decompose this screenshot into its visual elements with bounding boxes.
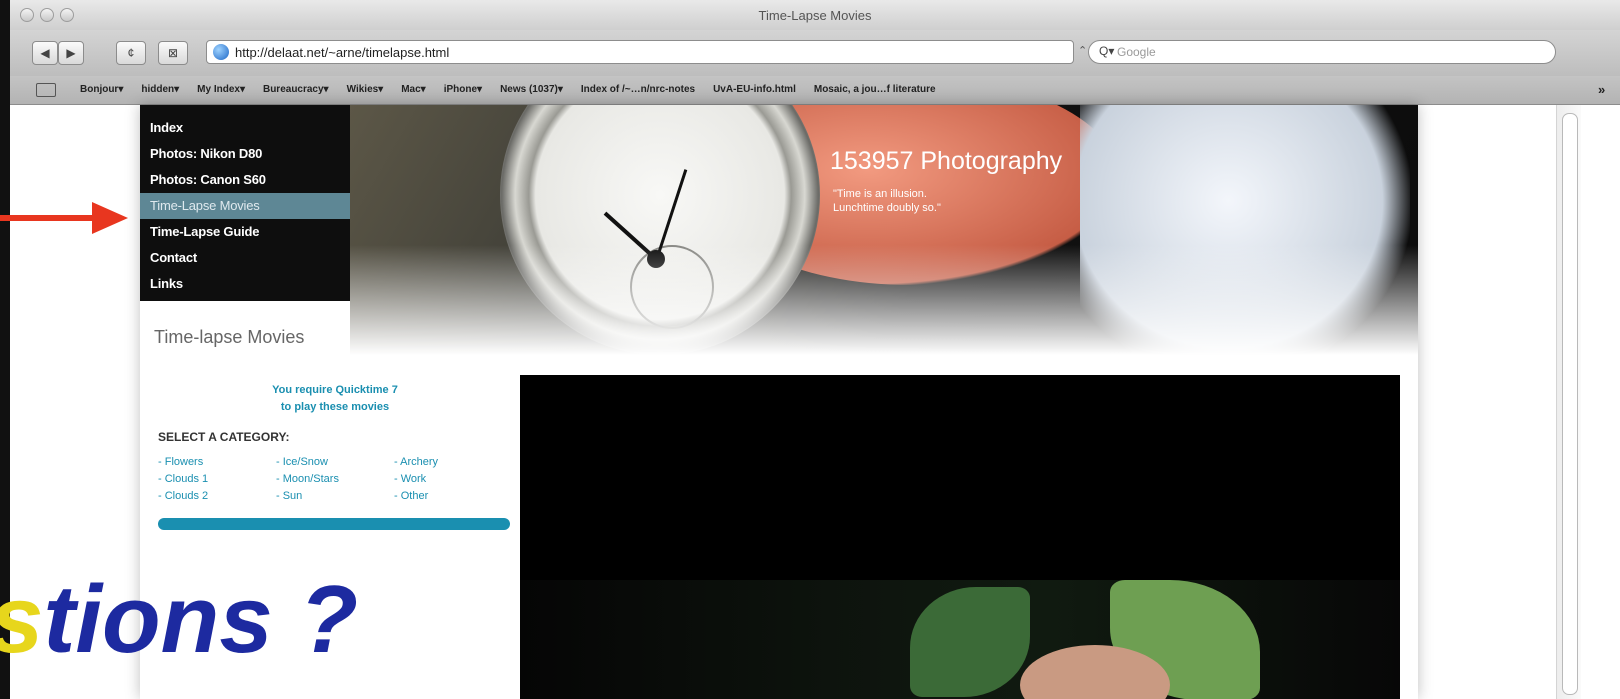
snapback-button[interactable]: ⊠: [158, 41, 188, 65]
category-link-other[interactable]: - Other: [394, 489, 488, 504]
nav-item-nikon[interactable]: Photos: Nikon D80: [150, 141, 262, 167]
site-navigation: Index Photos: Nikon D80 Photos: Canon S6…: [140, 105, 350, 301]
category-link-sun[interactable]: - Sun: [276, 489, 394, 504]
bookmarks-bar: Bonjour▾ hidden▾ My Index▾ Bureaucracy▾ …: [10, 76, 1620, 105]
back-button[interactable]: ◀: [32, 41, 58, 65]
bookmark-item[interactable]: iPhone▾: [444, 84, 482, 95]
movie-player[interactable]: [520, 375, 1400, 699]
address-history-icon[interactable]: ⌃: [1078, 44, 1087, 57]
nav-item-contact[interactable]: Contact: [150, 245, 197, 271]
bookmark-item[interactable]: Mac▾: [401, 84, 425, 95]
page-title: Time-lapse Movies: [154, 327, 305, 347]
overlay-text-yellow: s: [0, 566, 43, 673]
forward-icon: ▶: [66, 46, 76, 60]
reload-icon: ¢: [127, 46, 135, 60]
arrow-head: [92, 202, 128, 234]
category-link-clouds-2[interactable]: - Clouds 2: [158, 489, 276, 504]
nav-item-links[interactable]: Links: [150, 271, 183, 297]
nav-item-timelapse-guide[interactable]: Time-Lapse Guide: [150, 219, 259, 245]
bookmark-item[interactable]: Index of /~…n/nrc-notes: [581, 84, 695, 95]
category-list: - Flowers - Ice/Snow - Archery - Clouds …: [158, 455, 488, 504]
bookmark-item[interactable]: News (1037)▾: [500, 84, 563, 95]
bookmarks-overflow-icon[interactable]: »: [1598, 82, 1605, 97]
overlay-text-blue: tions ?: [43, 566, 359, 673]
back-icon: ◀: [40, 46, 50, 60]
nav-item-timelapse-movies[interactable]: Time-Lapse Movies: [140, 193, 350, 219]
category-link-flowers[interactable]: - Flowers: [158, 455, 276, 470]
bookmark-item[interactable]: UvA-EU-info.html: [713, 84, 796, 95]
bookmarks-book-icon[interactable]: [36, 83, 56, 97]
quicktime-note-line[interactable]: to play these movies: [200, 399, 470, 416]
bookmark-item[interactable]: My Index▾: [197, 84, 245, 95]
quicktime-note-line[interactable]: You require Quicktime 7: [200, 382, 470, 399]
site-quote: "Time is an illusion. Lunchtime doubly s…: [833, 188, 941, 214]
vertical-scrollbar[interactable]: [1556, 105, 1581, 699]
search-field[interactable]: Q▾ Google: [1088, 40, 1556, 64]
banner-fade: [350, 245, 1418, 355]
slide-overlay-text: stions ?: [0, 572, 358, 668]
bookmark-item[interactable]: hidden▾: [141, 84, 179, 95]
bookmark-item[interactable]: Bureaucracy▾: [263, 84, 329, 95]
quicktime-note: You require Quicktime 7 to play these mo…: [200, 382, 470, 416]
search-placeholder: Google: [1117, 45, 1156, 59]
address-bar[interactable]: http://delaat.net/~arne/timelapse.html: [206, 40, 1074, 64]
header-banner-image: 153957 Photography "Time is an illusion.…: [350, 105, 1418, 355]
nav-item-canon[interactable]: Photos: Canon S60: [150, 167, 266, 193]
browser-toolbar: ◀ ▶ ¢ ⊠ http://delaat.net/~arne/timelaps…: [10, 30, 1620, 76]
bookmark-item[interactable]: Wikies▾: [347, 84, 384, 95]
search-icon: Q▾: [1099, 44, 1115, 58]
category-heading: SELECT A CATEGORY:: [158, 430, 290, 444]
window-titlebar: Time-Lapse Movies: [10, 0, 1620, 31]
globe-icon: [213, 44, 229, 60]
category-link-ice-snow[interactable]: - Ice/Snow: [276, 455, 394, 470]
bookmark-item[interactable]: Mosaic, a jou…f literature: [814, 84, 936, 95]
category-divider-bar: [158, 518, 510, 530]
category-link-moon-stars[interactable]: - Moon/Stars: [276, 472, 394, 487]
window-title: Time-Lapse Movies: [758, 8, 872, 23]
bookmarks-list: Bonjour▾ hidden▾ My Index▾ Bureaucracy▾ …: [80, 84, 936, 95]
site-title: 153957 Photography: [830, 147, 1063, 175]
url-text: http://delaat.net/~arne/timelapse.html: [235, 45, 450, 60]
reload-button[interactable]: ¢: [116, 41, 146, 65]
category-link-work[interactable]: - Work: [394, 472, 488, 487]
scrollbar-thumb[interactable]: [1562, 113, 1578, 695]
bookmark-item[interactable]: Bonjour▾: [80, 84, 123, 95]
nav-item-index[interactable]: Index: [150, 115, 183, 141]
category-link-archery[interactable]: - Archery: [394, 455, 488, 470]
snapback-icon: ⊠: [167, 46, 179, 60]
category-link-clouds-1[interactable]: - Clouds 1: [158, 472, 276, 487]
red-arrow-icon: [0, 202, 128, 234]
forward-button[interactable]: ▶: [58, 41, 84, 65]
